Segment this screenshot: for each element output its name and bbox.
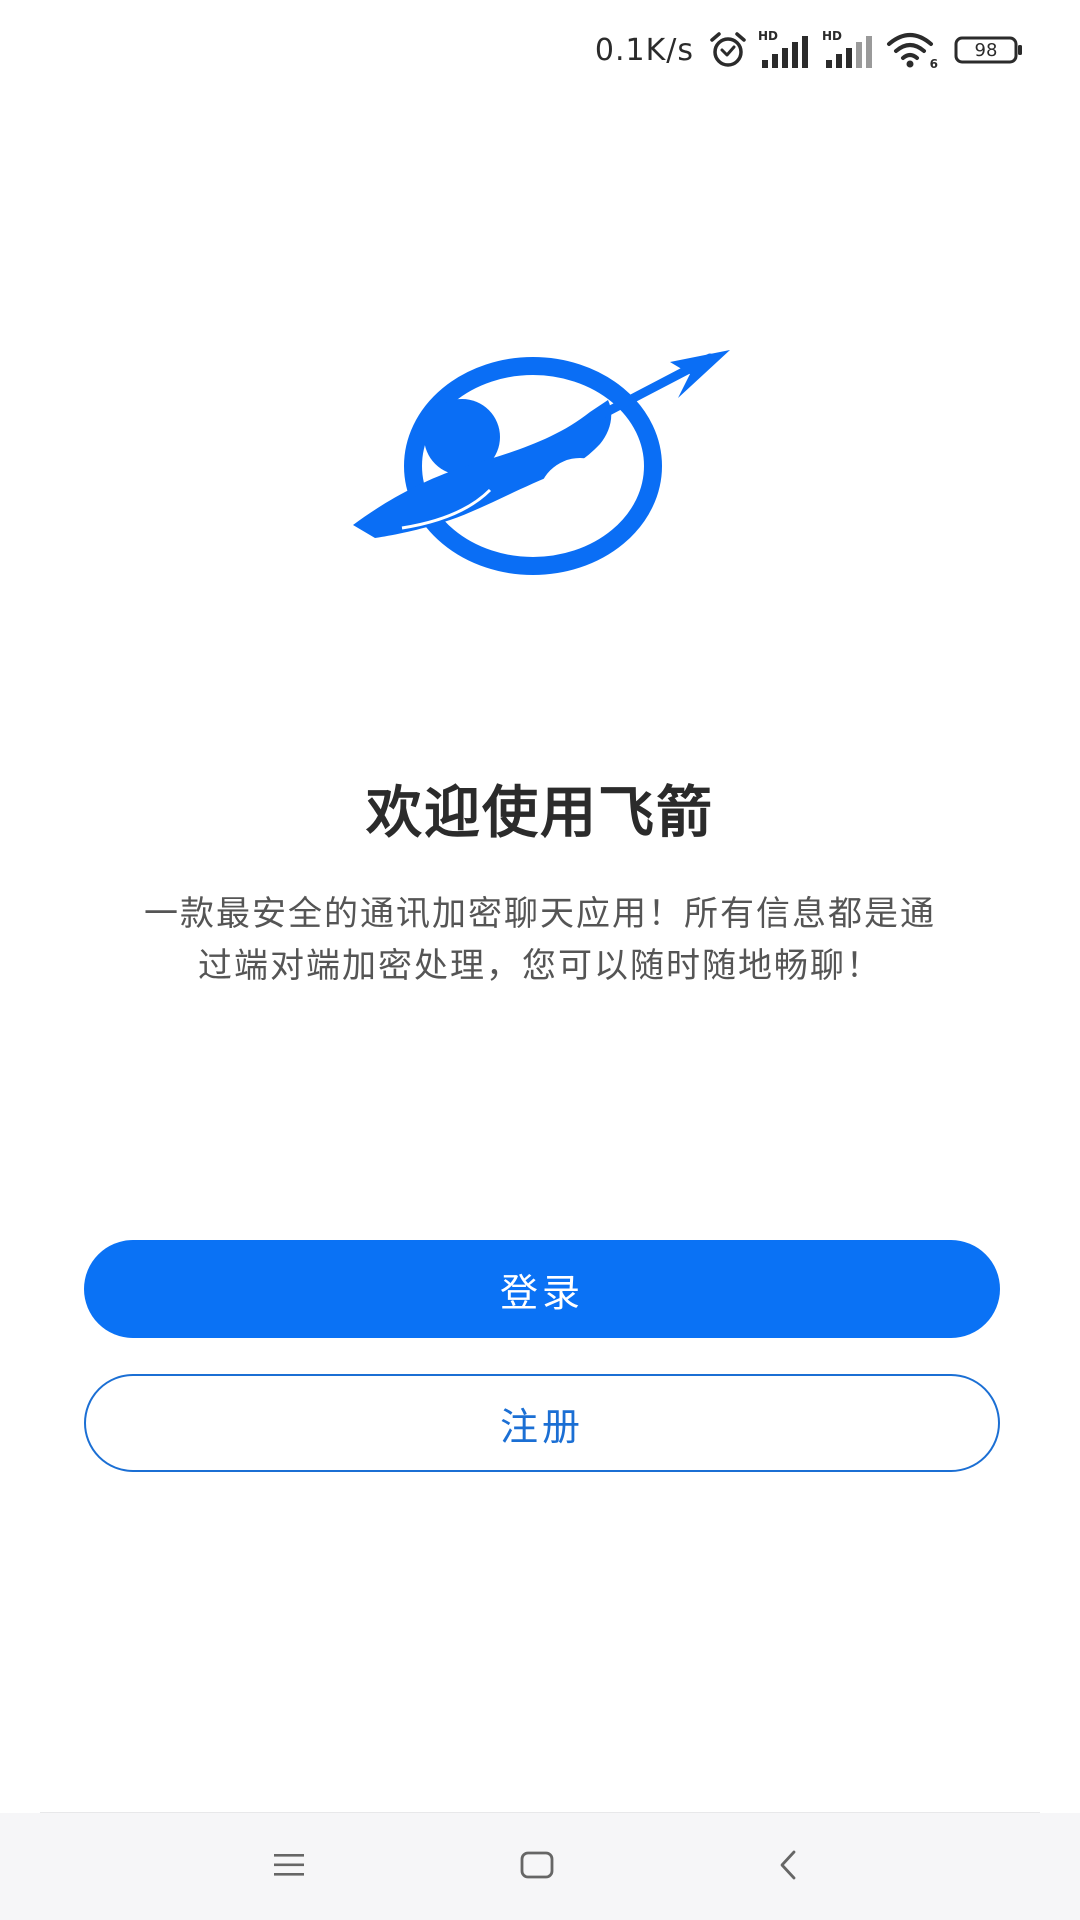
battery-level: 98 <box>974 39 998 61</box>
wifi-generation: 6 <box>929 57 938 71</box>
welcome-description-line: 一款最安全的通讯加密聊天应用！所有信息都是通 <box>144 894 936 934</box>
wifi-icon: 6 <box>886 30 938 70</box>
nav-menu-button[interactable] <box>249 1835 329 1895</box>
alarm-icon <box>708 30 748 70</box>
home-icon <box>520 1851 554 1879</box>
welcome-screen: 0.1K/s HD HD 6 98 欢迎使用飞箭 一款最安全的通讯加密聊天应用！… <box>0 0 1080 1920</box>
nav-back-button[interactable] <box>748 1835 828 1895</box>
menu-icon <box>274 1854 304 1876</box>
status-bar: 0.1K/s HD HD 6 98 <box>0 0 1080 100</box>
battery-icon: 98 <box>954 35 1024 65</box>
app-logo <box>340 340 740 590</box>
welcome-title: 欢迎使用飞箭 <box>366 781 714 846</box>
register-button[interactable]: 注册 <box>84 1374 1000 1472</box>
network-speed: 0.1K/s <box>594 32 694 68</box>
signal-hd-label: HD <box>758 29 779 43</box>
system-nav-bar <box>0 1813 1080 1920</box>
welcome-description: 一款最安全的通讯加密聊天应用！所有信息都是通 过端对端加密处理，您可以随时随地畅… <box>80 888 1000 992</box>
nav-home-button[interactable] <box>497 1835 577 1895</box>
signal-icon: HD <box>758 30 812 70</box>
welcome-description-line: 过端对端加密处理，您可以随时随地畅聊！ <box>198 946 882 986</box>
signal-hd-label: HD <box>822 29 843 43</box>
status-indicators: 0.1K/s HD HD 6 98 <box>595 28 1024 72</box>
flying-arrow-logo-icon <box>353 350 730 575</box>
back-icon <box>780 1850 796 1880</box>
login-button[interactable]: 登录 <box>84 1240 1000 1338</box>
signal-icon: HD <box>822 30 876 70</box>
